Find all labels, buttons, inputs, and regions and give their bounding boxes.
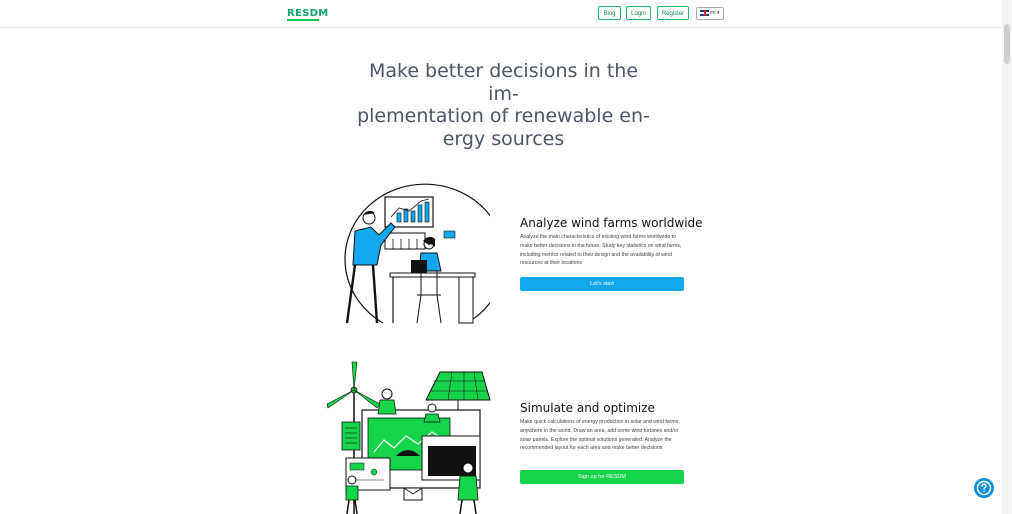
logo-underline (287, 19, 319, 21)
uk-flag-icon (700, 10, 709, 16)
login-button[interactable]: Login (626, 6, 651, 20)
language-selector[interactable]: en ▾ (696, 7, 724, 20)
wind-analysis-illustration (344, 183, 490, 324)
hero-line: ergy sources (442, 127, 565, 150)
lets-start-button[interactable]: Let's start (520, 277, 684, 291)
question-circle-icon (976, 480, 992, 496)
section-title-wind: Analyze wind farms worldwide (520, 216, 703, 230)
scrollbar[interactable] (1002, 0, 1012, 514)
blog-button[interactable]: Blog (598, 6, 621, 20)
language-label: en ▾ (710, 10, 720, 16)
register-button[interactable]: Register (657, 6, 689, 20)
help-button[interactable] (974, 478, 994, 498)
section-description-simulate: Make quick calculations of energy produc… (520, 419, 679, 452)
hero-title: Make better decisions in the im- plement… (356, 60, 651, 150)
section-description-wind: Analyze the main characteristics of exis… (520, 234, 682, 267)
section-title-simulate: Simulate and optimize (520, 401, 655, 415)
simulation-illustration (326, 361, 491, 514)
hero-line: plementation of renewable en- (357, 105, 650, 127)
logo[interactable]: RESDM (287, 8, 329, 19)
hero-line: Make better decisions in the im- (368, 60, 639, 105)
scrollbar-thumb[interactable] (1004, 24, 1010, 64)
top-navbar: RESDM Blog Login Register en ▾ (0, 0, 1012, 28)
sign-up-button[interactable]: Sign up for RESDM (520, 470, 684, 484)
